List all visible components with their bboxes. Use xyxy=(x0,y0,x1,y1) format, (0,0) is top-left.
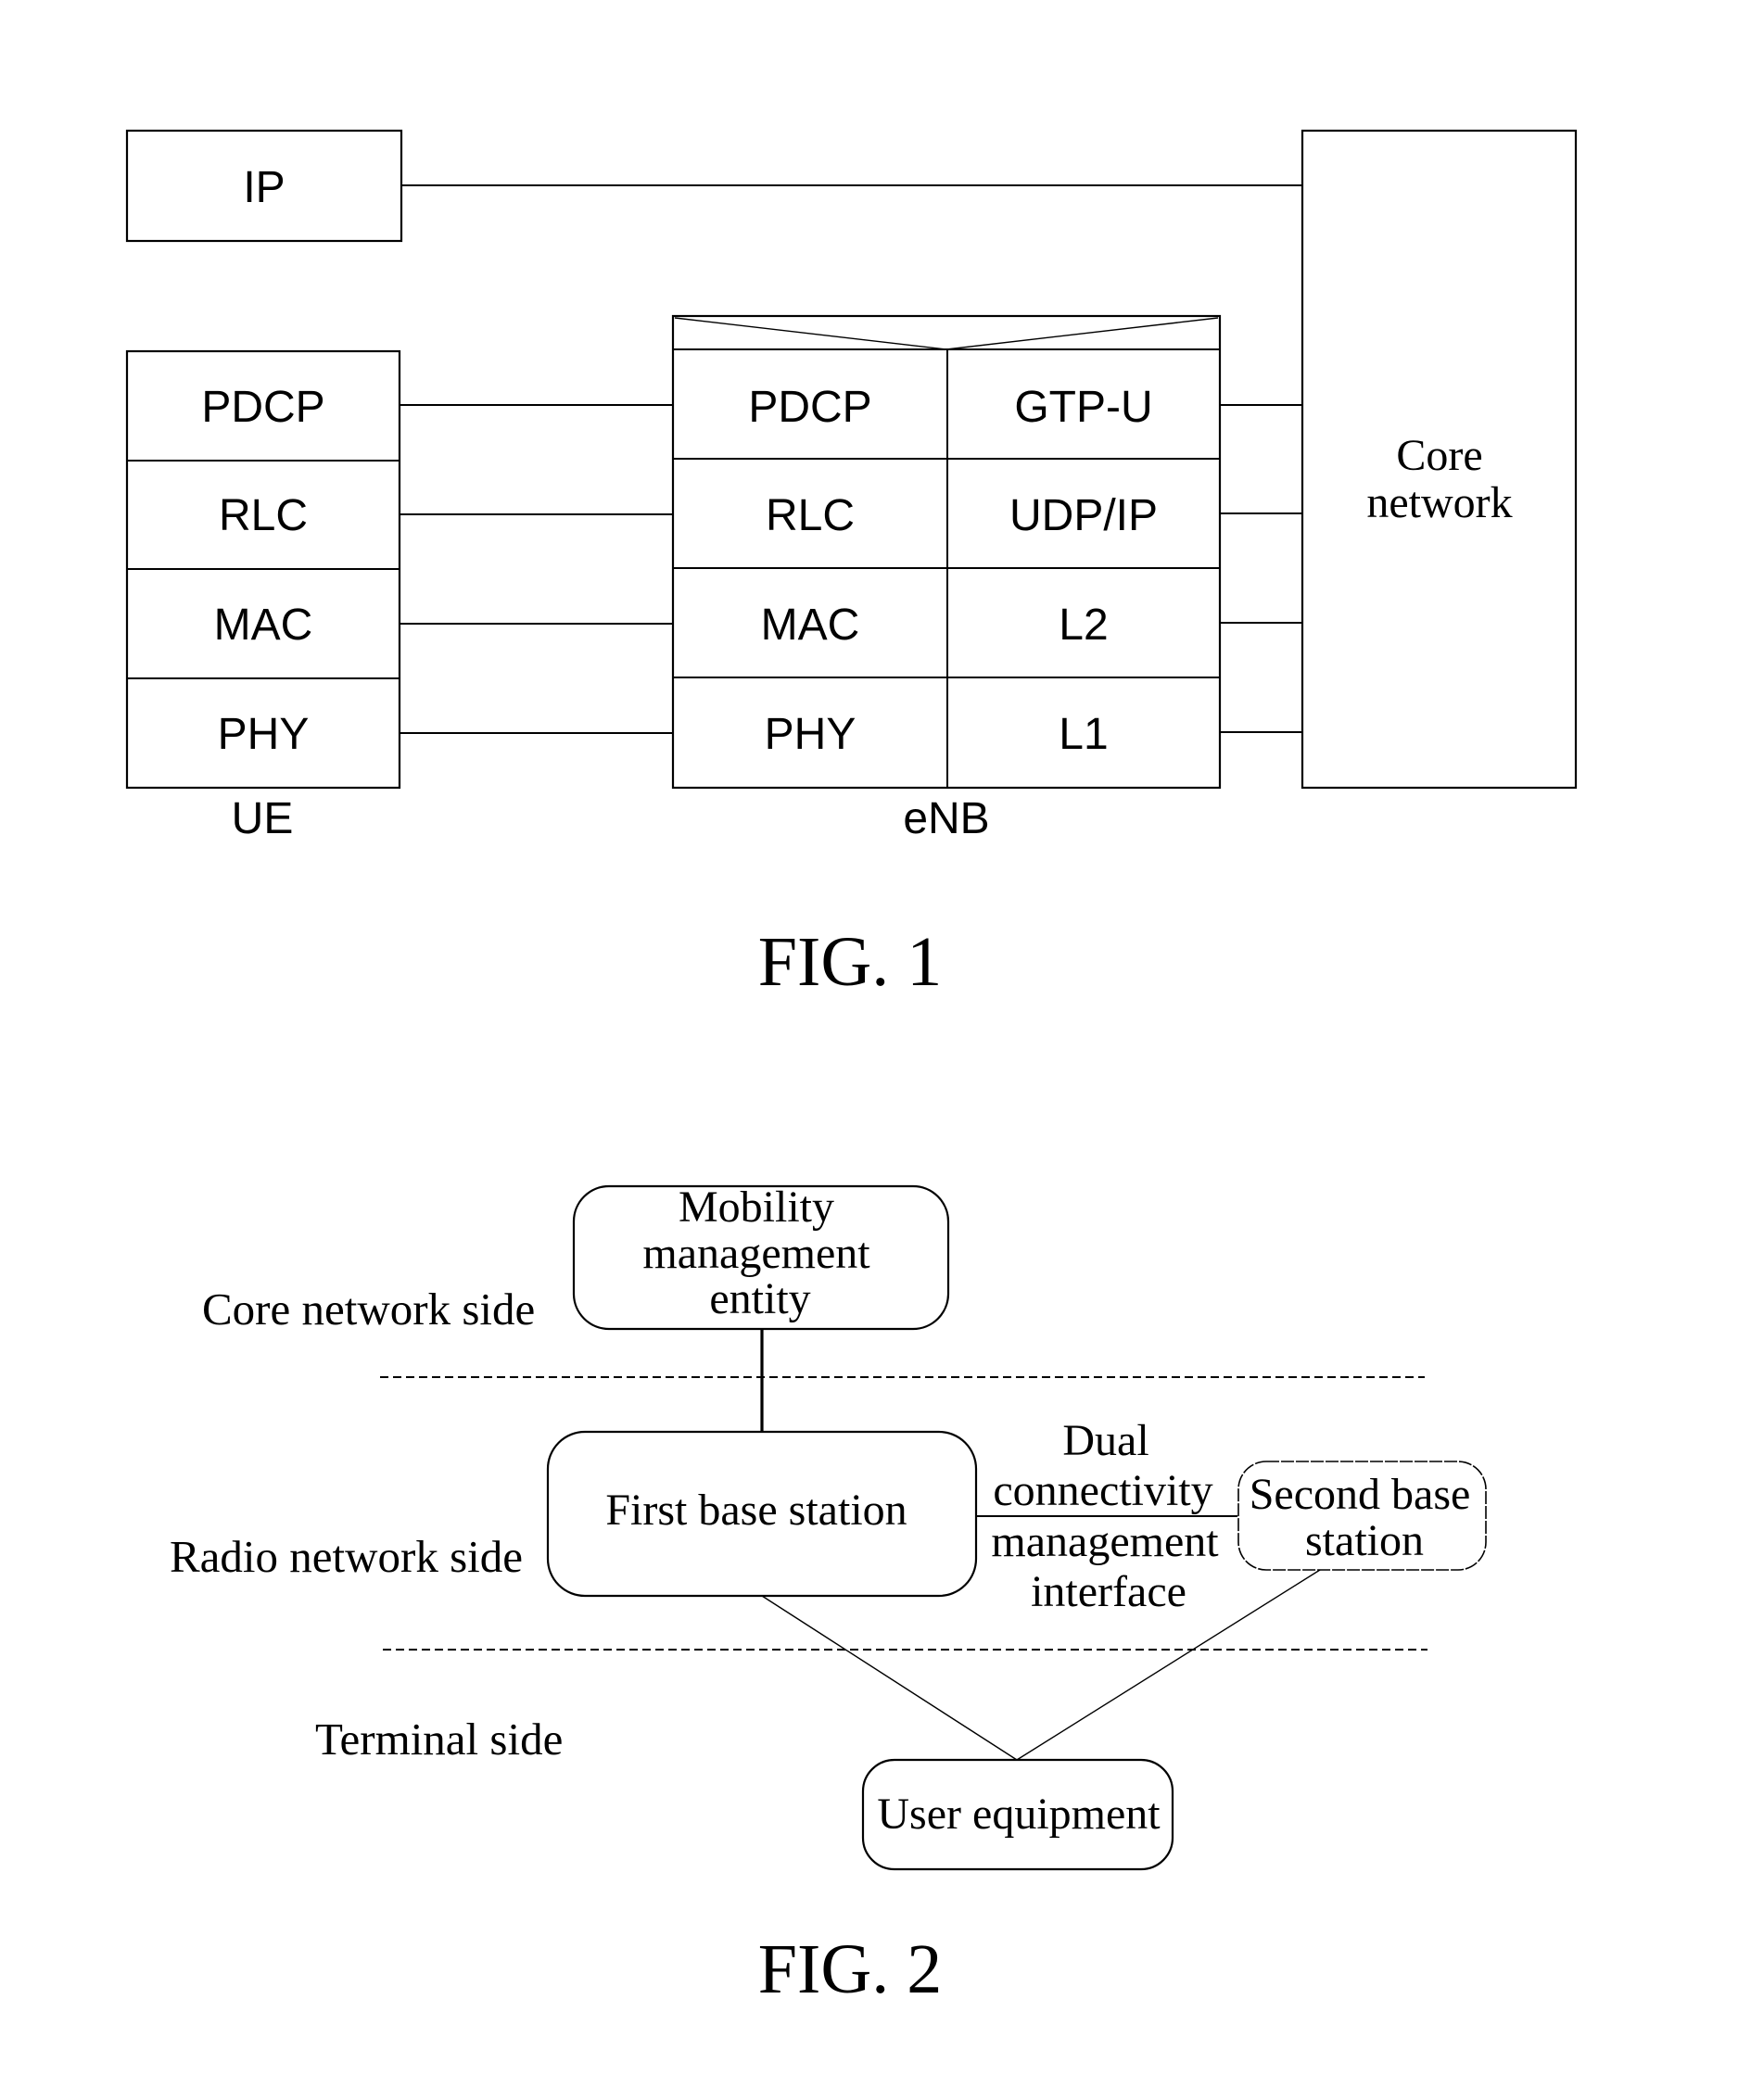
ue-protocol-stack: PDCP RLC MAC PHY UE xyxy=(125,349,401,843)
ue-layer-phy: PHY xyxy=(218,710,310,759)
enb-protocol-stack: PDCP RLC MAC PHY GTP-U UDP/IP L2 L1 eNB xyxy=(671,314,1222,843)
first-base-station-node: First base station xyxy=(546,1430,978,1598)
ue-label: User equipment xyxy=(877,1790,1161,1839)
mobility-management-entity-node: Mobility management entity xyxy=(572,1183,950,1331)
enb-layer-rlc: RLC xyxy=(766,491,855,540)
enb-layer-l2: L2 xyxy=(1059,601,1108,650)
user-equipment-node: User equipment xyxy=(861,1758,1174,1871)
fig1-protocol-stack-diagram: IP PDCP RLC MAC PHY UE PDCP RLC MAC PHY … xyxy=(125,129,1578,1001)
mme-label-line3: entity xyxy=(709,1274,810,1323)
enb-layer-pdcp: PDCP xyxy=(748,383,871,432)
fig2-caption: FIG. 2 xyxy=(758,1930,942,2008)
interface-label-line2: connectivity xyxy=(993,1466,1212,1515)
ip-box: IP xyxy=(125,129,403,243)
mme-label-line2: management xyxy=(642,1229,870,1278)
ip-box-label: IP xyxy=(243,163,285,212)
core-network-box: Core network xyxy=(1301,129,1578,790)
enb-layer-mac: MAC xyxy=(761,601,860,650)
second-bs-label-line2: station xyxy=(1305,1516,1424,1565)
patent-drawing-sheet: IP PDCP RLC MAC PHY UE PDCP RLC MAC PHY … xyxy=(125,129,1578,2008)
enb-layer-udpip: UDP/IP xyxy=(1009,491,1158,540)
first-bs-label: First base station xyxy=(605,1486,907,1535)
second-bs-label-line1: Second base xyxy=(1250,1470,1471,1519)
second-base-station-node: Second base station xyxy=(1237,1461,1487,1571)
terminal-side-label: Terminal side xyxy=(315,1714,563,1765)
ue-layer-mac: MAC xyxy=(214,601,313,650)
enb-layer-l1: L1 xyxy=(1059,710,1108,759)
fig2-dual-connectivity-diagram: Core network side Radio network side Ter… xyxy=(170,1183,1487,2008)
radio-network-side-label: Radio network side xyxy=(170,1531,523,1582)
ue-layer-pdcp: PDCP xyxy=(201,383,324,432)
interface-label-line3: management xyxy=(991,1517,1219,1566)
mme-label-line1: Mobility xyxy=(679,1183,834,1232)
fig1-caption: FIG. 1 xyxy=(758,923,942,1001)
interface-label-line4: interface xyxy=(1031,1567,1186,1616)
interface-label-line1: Dual xyxy=(1062,1416,1148,1465)
core-network-label-line2: network xyxy=(1366,478,1512,527)
first-bs-to-ue-link xyxy=(761,1595,1018,1761)
core-network-label-line1: Core xyxy=(1396,431,1482,480)
ue-stack-label: UE xyxy=(232,794,294,843)
enb-layer-gtpu: GTP-U xyxy=(1014,383,1152,432)
core-network-side-label: Core network side xyxy=(202,1284,535,1335)
enb-layer-phy: PHY xyxy=(765,710,856,759)
ue-layer-rlc: RLC xyxy=(219,491,308,540)
enb-stack-label: eNB xyxy=(903,794,989,843)
